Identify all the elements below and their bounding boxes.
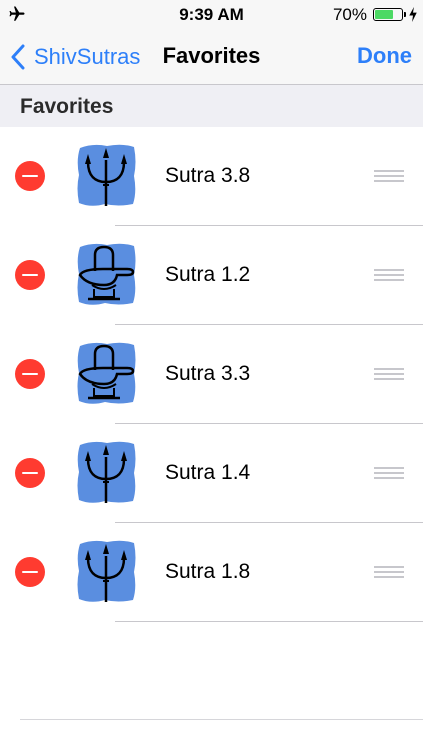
reorder-handle[interactable] [374, 368, 404, 382]
reorder-handle[interactable] [374, 269, 404, 283]
trident-icon [75, 538, 138, 604]
section-header: Favorites [0, 85, 423, 127]
back-button-label: ShivSutras [34, 44, 141, 69]
navigation-bar: ShivSutras Favorites Done [0, 30, 423, 85]
delete-button[interactable] [15, 260, 45, 290]
list-item[interactable]: Sutra 1.2 [0, 226, 423, 325]
list-item-label: Sutra 1.8 [165, 560, 251, 583]
battery-tip [404, 12, 406, 17]
list-item-label: Sutra 1.4 [165, 461, 251, 484]
bottom-divider [20, 719, 423, 720]
back-button[interactable]: ShivSutras [10, 42, 140, 72]
reorder-handle[interactable] [374, 170, 404, 184]
shiva-lingam-icon [75, 241, 138, 307]
delete-button[interactable] [15, 557, 45, 587]
list-item[interactable]: Sutra 3.8 [0, 127, 423, 226]
list-item-label: Sutra 1.2 [165, 263, 251, 286]
list-item-label: Sutra 3.3 [165, 362, 251, 385]
trident-icon [75, 439, 138, 505]
row-separator [115, 621, 423, 622]
delete-button[interactable] [15, 359, 45, 389]
list-item[interactable]: Sutra 1.8 [0, 523, 423, 622]
done-button[interactable]: Done [357, 43, 412, 69]
shiva-lingam-icon [75, 340, 138, 406]
chevron-left-icon [11, 44, 25, 70]
reorder-handle[interactable] [374, 467, 404, 481]
delete-button[interactable] [15, 458, 45, 488]
charging-bolt-icon [409, 7, 417, 22]
battery-icon [373, 8, 403, 21]
favorites-list: Sutra 3.8 Sutra 1.2 Sutra 3.3 Sutra 1.4 … [0, 127, 423, 622]
battery-percent: 70% [332, 5, 367, 24]
list-item[interactable]: Sutra 1.4 [0, 424, 423, 523]
reorder-handle[interactable] [374, 566, 404, 580]
delete-button[interactable] [15, 161, 45, 191]
list-item[interactable]: Sutra 3.3 [0, 325, 423, 424]
section-header-label: Favorites [20, 95, 114, 118]
list-item-label: Sutra 3.8 [165, 164, 251, 187]
status-bar: 9:39 AM 70% [0, 0, 423, 30]
trident-icon [75, 142, 138, 208]
